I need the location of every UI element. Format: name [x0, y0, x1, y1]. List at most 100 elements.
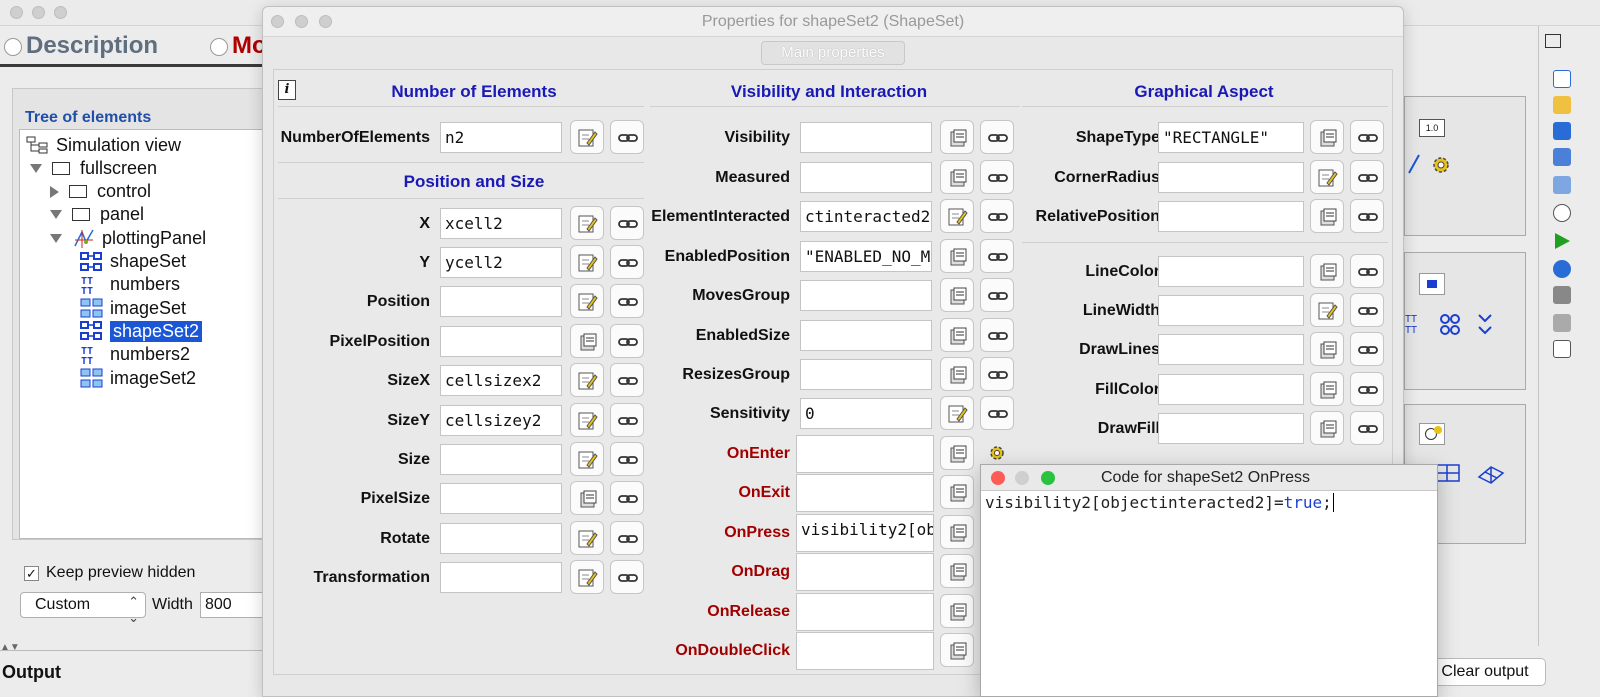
edit-button[interactable]	[570, 403, 604, 437]
property-field-pixelsize[interactable]	[440, 483, 562, 514]
collapse-arrow-icon[interactable]	[50, 233, 62, 243]
zoom-window-button[interactable]	[54, 6, 67, 19]
property-field-onpress[interactable]: visibility2[ob	[796, 514, 934, 552]
select-button[interactable]	[940, 160, 974, 194]
properties-icon[interactable]	[1553, 314, 1571, 332]
property-field-onexit[interactable]	[796, 474, 934, 512]
close-window-button[interactable]	[10, 6, 23, 19]
property-field-cornerradius[interactable]	[1158, 162, 1304, 193]
select-button[interactable]	[940, 594, 974, 628]
property-field-onrelease[interactable]	[796, 593, 934, 631]
gear-icon[interactable]	[1429, 153, 1453, 177]
tree-node[interactable]: Simulation view	[26, 134, 181, 156]
link-button[interactable]	[1350, 332, 1384, 366]
select-button[interactable]	[940, 515, 974, 549]
tree-of-elements[interactable]: Simulation view fullscreen control panel plo…	[19, 129, 275, 539]
tree-node[interactable]: TT TT numbers	[80, 274, 180, 297]
select-button[interactable]	[940, 318, 974, 352]
edit-button[interactable]	[940, 199, 974, 233]
select-button[interactable]	[940, 278, 974, 312]
edit-button[interactable]	[570, 284, 604, 318]
property-field-ondoubleclick[interactable]	[796, 632, 934, 670]
grid-icons[interactable]	[1435, 463, 1515, 485]
minimize-window-button[interactable]	[1015, 471, 1029, 485]
edit-button[interactable]	[570, 442, 604, 476]
stack-icon[interactable]	[1553, 286, 1571, 304]
select-button[interactable]	[1310, 120, 1344, 154]
property-field-fillcolor[interactable]	[1158, 374, 1304, 405]
split-arrows-icon[interactable]: ▲▼	[0, 642, 20, 653]
edit-button[interactable]	[570, 245, 604, 279]
minimize-window-button[interactable]	[32, 6, 45, 19]
tree-node[interactable]: plottingPanel	[50, 227, 206, 249]
link-button[interactable]	[1350, 411, 1384, 445]
save-as-icon[interactable]	[1553, 176, 1571, 194]
line-icon[interactable]	[1407, 153, 1421, 175]
property-field-elementinteracted[interactable]: ctinteracted2	[800, 201, 932, 232]
select-button[interactable]	[940, 475, 974, 509]
close-window-button[interactable]	[991, 471, 1005, 485]
search-icon[interactable]	[1553, 204, 1571, 222]
expand-arrow-icon[interactable]	[50, 185, 59, 198]
property-field-sizex[interactable]: cellsizex2	[440, 365, 562, 396]
select-button[interactable]	[940, 633, 974, 667]
select-button[interactable]	[940, 357, 974, 391]
property-field-sensitivity[interactable]: 0	[800, 398, 932, 429]
property-field-relativeposition[interactable]	[1158, 201, 1304, 232]
property-field-resizesgroup[interactable]	[800, 359, 932, 390]
tree-node[interactable]: fullscreen	[30, 157, 157, 179]
keep-preview-checkbox[interactable]: ✓ Keep preview hidden	[24, 564, 195, 582]
computer-icon[interactable]	[1553, 122, 1571, 140]
tab-description[interactable]: Description	[4, 32, 158, 60]
tab-model[interactable]: Mo	[210, 32, 267, 60]
edit-button[interactable]	[570, 363, 604, 397]
link-button[interactable]	[1350, 120, 1384, 154]
edit-button[interactable]	[570, 521, 604, 555]
edit-button[interactable]	[1310, 160, 1344, 194]
property-field-onenter[interactable]	[796, 435, 934, 473]
tree-node[interactable]: imageSet2	[80, 367, 196, 389]
property-field-size[interactable]	[440, 444, 562, 475]
select-button[interactable]	[940, 554, 974, 588]
collapse-arrow-icon[interactable]	[30, 163, 42, 173]
info-icon[interactable]	[1553, 340, 1571, 358]
property-field-linecolor[interactable]	[1158, 256, 1304, 287]
save-icon[interactable]	[1419, 273, 1445, 295]
info-icon[interactable]: i	[278, 80, 296, 100]
select-button[interactable]	[1310, 254, 1344, 288]
edit-button[interactable]	[1310, 293, 1344, 327]
select-button[interactable]	[1310, 199, 1344, 233]
size-mode-select[interactable]: Custom ⌃ ⌄	[20, 592, 146, 625]
select-button[interactable]	[940, 436, 974, 470]
link-button[interactable]	[1350, 293, 1384, 327]
property-field-movesgroup[interactable]	[800, 280, 932, 311]
property-field-rotate[interactable]	[440, 523, 562, 554]
select-button[interactable]	[1310, 372, 1344, 406]
property-field-measured[interactable]	[800, 162, 932, 193]
property-field-shapetype[interactable]: "RECTANGLE"	[1158, 122, 1304, 153]
property-field-enabledsize[interactable]	[800, 320, 932, 351]
link-button[interactable]	[1350, 254, 1384, 288]
tree-node[interactable]: imageSet	[80, 297, 186, 319]
property-field-x[interactable]: xcell2	[440, 208, 562, 239]
select-button[interactable]	[940, 239, 974, 273]
select-button[interactable]	[1310, 411, 1344, 445]
property-field-y[interactable]: ycell2	[440, 247, 562, 278]
property-field-enabledposition[interactable]: "ENABLED_NO_M	[800, 241, 932, 272]
tree-node[interactable]: TT TT numbers2	[80, 344, 190, 367]
property-field-ondrag[interactable]	[796, 553, 934, 591]
tree-node[interactable]: control	[50, 181, 151, 203]
property-field-pixelposition[interactable]	[440, 326, 562, 357]
edit-button[interactable]	[570, 560, 604, 594]
collapse-arrow-icon[interactable]	[50, 210, 62, 220]
clear-output-button[interactable]: Clear output	[1424, 658, 1546, 686]
tree-node[interactable]: shapeSet	[80, 251, 186, 273]
edit-button[interactable]	[570, 120, 604, 154]
save-icon[interactable]	[1553, 148, 1571, 166]
edit-button[interactable]	[940, 396, 974, 430]
property-field-position[interactable]	[440, 286, 562, 317]
code-editor[interactable]: visibility2[objectinteracted2]=true;	[985, 493, 1435, 693]
edit-button[interactable]	[570, 206, 604, 240]
tree-node[interactable]: panel	[50, 204, 144, 226]
property-field-numberofelements[interactable]: n2	[440, 122, 562, 153]
